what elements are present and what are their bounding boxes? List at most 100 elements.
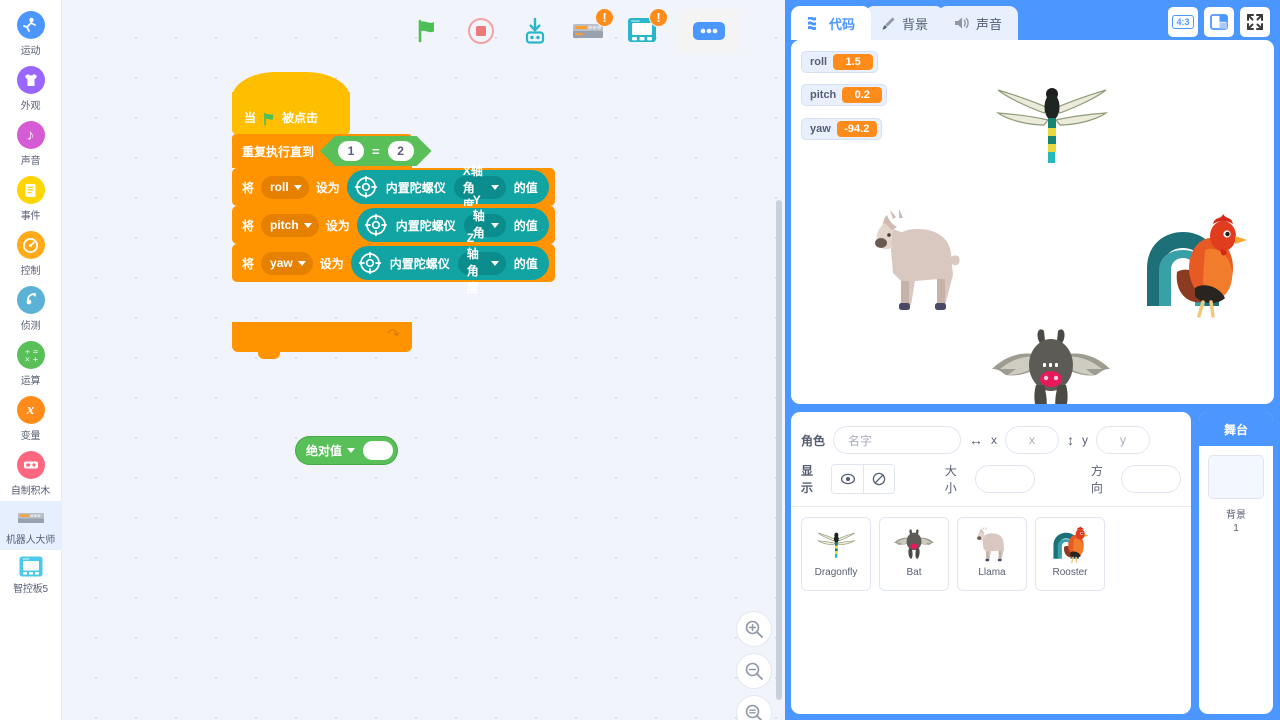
sprite-info-row-2: 显示 大小 方向 [801,462,1181,496]
sidebar-item-control[interactable]: 控制 [0,226,62,281]
tab-label: 代码 [829,16,856,32]
sprite-direction-input[interactable] [1121,465,1181,493]
set-label-1: 将 [242,218,255,233]
gyroscope-icon [358,251,382,275]
rooster-stage-sprite[interactable] [1139,210,1249,318]
equals-operator-block[interactable]: 1 = 2 [320,136,432,166]
sidebar-item-label: 侦测 [20,321,41,332]
to-label-2: 设为 [319,256,344,271]
dragonfly-stage-sprite[interactable] [986,80,1116,165]
sprite-card-llama[interactable]: Llama [957,517,1027,591]
when-flag-clicked-block[interactable]: 当 被点击 [232,72,350,134]
equals-right-input[interactable]: 2 [388,141,414,161]
sidebar-item-label: 智控板5 [13,584,48,595]
sidebar-item-label: 运算 [20,376,41,387]
green-flag-button[interactable] [408,12,446,50]
eye-crossed-icon [872,472,886,486]
sprite-card-dragonfly[interactable]: Dragonfly [801,517,871,591]
variable-name-2: yaw [270,256,293,270]
stage-canvas[interactable]: roll 1.5 pitch 0.2 yaw -94.2 [791,40,1274,404]
sidebar-item-variables[interactable]: x 变量 [0,391,62,446]
scratch-editor: 运动外观 ♪ 声音 事件 控制侦测 ÷ = × + 运算 x 变量 自制积木 机器人大师智控板5 [0,0,1280,720]
sidebar-item-sound[interactable]: ♪ 声音 [0,116,62,171]
set-variable-block-roll[interactable]: 将 roll 设为 内置陀螺仪 X轴角度 的值 [232,164,555,212]
repeat-until-header[interactable]: 重复执行直到 1 = 2 [232,134,412,168]
smart-board-icon [17,555,45,577]
tab-paintbrush[interactable]: 背景 [865,6,945,40]
variable-monitor-pitch[interactable]: pitch 0.2 [801,84,888,106]
aspect-ratio-label: 4:3 [1172,15,1194,29]
sidebar-item-myblocks[interactable]: 自制积木 [0,446,62,501]
set-variable-block-pitch[interactable]: 将 pitch 设为 内置陀螺仪 Y轴角 的值 [232,193,555,257]
zoom-in-button[interactable] [737,612,771,646]
more-options-button[interactable] [678,9,740,53]
backdrop-card[interactable]: 背景 1 [1208,455,1264,534]
abs-dropdown[interactable]: 绝对值 [306,442,356,459]
variable-dropdown-yaw[interactable]: yaw [261,251,313,275]
sidebar-item-events[interactable]: 事件 [0,171,62,226]
small-stage-button[interactable] [1204,7,1234,37]
chevron-down-icon [347,448,356,453]
monitor-name-roll: roll [810,56,828,68]
monitor-value-roll: 1.5 [833,54,874,70]
sidebar-item-operators[interactable]: ÷ = × + 运算 [0,336,62,391]
stage-selector[interactable]: 舞台 背景 1 [1199,412,1273,714]
sidebar-item-robot-master[interactable]: 机器人大师 [0,501,62,550]
sprite-show-label: 显示 [801,464,814,495]
tab-speaker[interactable]: 声音 [938,6,1019,40]
repeat-until-block[interactable]: 重复执行直到 1 = 2 将 roll 设为 内置陀螺仪 X轴角度 的值 将 p… [232,134,555,359]
sprite-direction-label: 方向 [1090,464,1103,495]
variable-dropdown-pitch[interactable]: pitch [261,213,319,237]
dragonfly-icon [813,523,859,565]
equals-left-input[interactable]: 1 [338,141,364,161]
chevron-down-icon [490,260,499,266]
sprite-name-input[interactable]: 名字 [833,426,962,454]
sidebar-item-smart-board[interactable]: 智控板5 [0,550,62,599]
abs-value-input[interactable] [363,441,394,460]
variable-monitor-roll[interactable]: roll 1.5 [801,51,879,73]
block-category-sidebar: 运动外观 ♪ 声音 事件 控制侦测 ÷ = × + 运算 x 变量 自制积木 机器人大师智控板5 [0,0,62,720]
sidebar-item-sensing[interactable]: 侦测 [0,281,62,336]
workspace-scrollbar[interactable] [776,200,782,700]
variable-monitor-yaw[interactable]: yaw -94.2 [801,118,882,140]
tab-label: 声音 [976,16,1003,32]
chevron-down-icon [490,222,499,228]
screen-device-button[interactable]: ! [624,8,668,50]
sprite-x-input[interactable]: x [1005,426,1060,454]
aspect-ratio-button[interactable]: 4:3 [1168,7,1198,37]
sprite-info-row-1: 角色 名字 ↔ x x ↕ y y [801,426,1181,454]
connect-device-button[interactable]: ! [570,8,614,50]
set-variable-block-yaw[interactable]: 将 yaw 设为 内置陀螺仪 Z轴角度 的值 [232,231,555,295]
sprite-y-input[interactable]: y [1096,426,1151,454]
gyroscope-reporter-block-z[interactable]: 内置陀螺仪 Z轴角度 的值 [350,231,549,295]
sprite-card-bat[interactable]: Bat [879,517,949,591]
of-value-label-0: 的值 [513,180,538,195]
gyroscope-reporter-block-y[interactable]: 内置陀螺仪 Y轴角度 的值 [356,193,549,257]
show-sprite-button[interactable] [832,465,864,493]
upload-robot-button[interactable] [516,12,554,50]
sidebar-item-label: 外观 [20,101,41,112]
sprite-size-label: 大小 [944,464,957,495]
gyroscope-reporter-block-x[interactable]: 内置陀螺仪 X轴角度 的值 [346,164,549,212]
zoom-reset-button[interactable] [737,696,771,720]
axis-dropdown-z[interactable]: Z轴角度 [457,231,506,295]
abs-operator-block[interactable]: 绝对值 [296,437,398,464]
sidebar-item-motion[interactable]: 运动 [0,6,62,61]
zoom-out-button[interactable] [737,654,771,688]
sprite-x-label: x [991,433,998,447]
script-stack[interactable]: 当 被点击 重复执行直到 1 = 2 将 roll 设为 内置陀螺仪 X轴角度 … [232,72,555,359]
sidebar-item-looks[interactable]: 外观 [0,61,62,116]
fullscreen-button[interactable] [1240,7,1270,37]
sprite-card-rooster[interactable]: Rooster [1035,517,1105,591]
stop-button[interactable] [462,12,500,50]
bat-stage-sprite[interactable] [986,325,1116,404]
code-workspace[interactable]: ! ! 当 被点击 重复执行直到 1 = 2 将 roll 设为 内置陀螺仪 X… [62,0,785,720]
hide-sprite-button[interactable] [863,465,894,493]
sprite-size-input[interactable] [975,465,1035,493]
tab-code[interactable]: 代码 [791,6,872,40]
sprite-label-rooster: Rooster [1052,567,1088,578]
variable-dropdown-roll[interactable]: roll [261,175,309,199]
llama-stage-sprite[interactable] [863,205,973,315]
block-notch [258,351,280,359]
sprite-name-label: 角色 [801,433,826,448]
